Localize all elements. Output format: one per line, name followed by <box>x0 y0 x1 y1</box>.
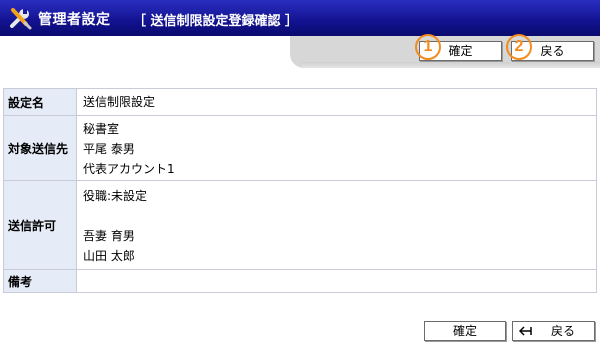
list-item: 吾妻 育男 <box>83 229 135 243</box>
setting-name-value: 送信制限設定 <box>76 88 597 116</box>
header-bar: 管理者設定 ［ 送信制限設定登録確認 ］ <box>0 0 600 36</box>
back-arrow-icon <box>519 326 532 336</box>
page-subtitle: ［ 送信制限設定登録確認 ］ <box>133 14 299 29</box>
setting-name-label: 設定名 <box>3 88 77 116</box>
list-item: 秘書室 <box>83 122 120 136</box>
table-row: 対象送信先 秘書室 平尾 泰男 代表アカウント1 <box>3 115 597 181</box>
callout-marker-2: 2 <box>506 34 532 60</box>
callout-marker-1: 1 <box>415 34 441 60</box>
list-item: 山田 太郎 <box>83 249 135 263</box>
target-destination-values: 秘書室 平尾 泰男 代表アカウント1 <box>76 115 597 181</box>
confirm-button-bottom[interactable]: 確定 <box>424 321 506 341</box>
back-button-bottom[interactable]: 戻る <box>512 321 595 341</box>
back-button-label: 戻る <box>551 324 576 338</box>
tools-icon <box>10 8 32 30</box>
list-item: 代表アカウント1 <box>83 162 175 176</box>
settings-table: 設定名 送信制限設定 対象送信先 秘書室 平尾 泰男 代表アカウント1 送信許可… <box>3 88 597 293</box>
table-row: 設定名 送信制限設定 <box>3 88 597 116</box>
table-row: 備考 <box>3 269 597 293</box>
remarks-label: 備考 <box>3 269 77 293</box>
send-permission-values: 役職:未設定 吾妻 育男 山田 太郎 <box>76 180 597 270</box>
table-row: 送信許可 役職:未設定 吾妻 育男 山田 太郎 <box>3 180 597 270</box>
remarks-value <box>76 269 597 293</box>
page-title: 管理者設定 <box>38 12 111 28</box>
list-item: 役職:未設定 <box>83 189 148 203</box>
send-permission-label: 送信許可 <box>3 180 77 270</box>
target-destination-label: 対象送信先 <box>3 115 77 181</box>
toolbar-strip-shade <box>300 62 600 68</box>
list-item: 平尾 泰男 <box>83 142 135 156</box>
